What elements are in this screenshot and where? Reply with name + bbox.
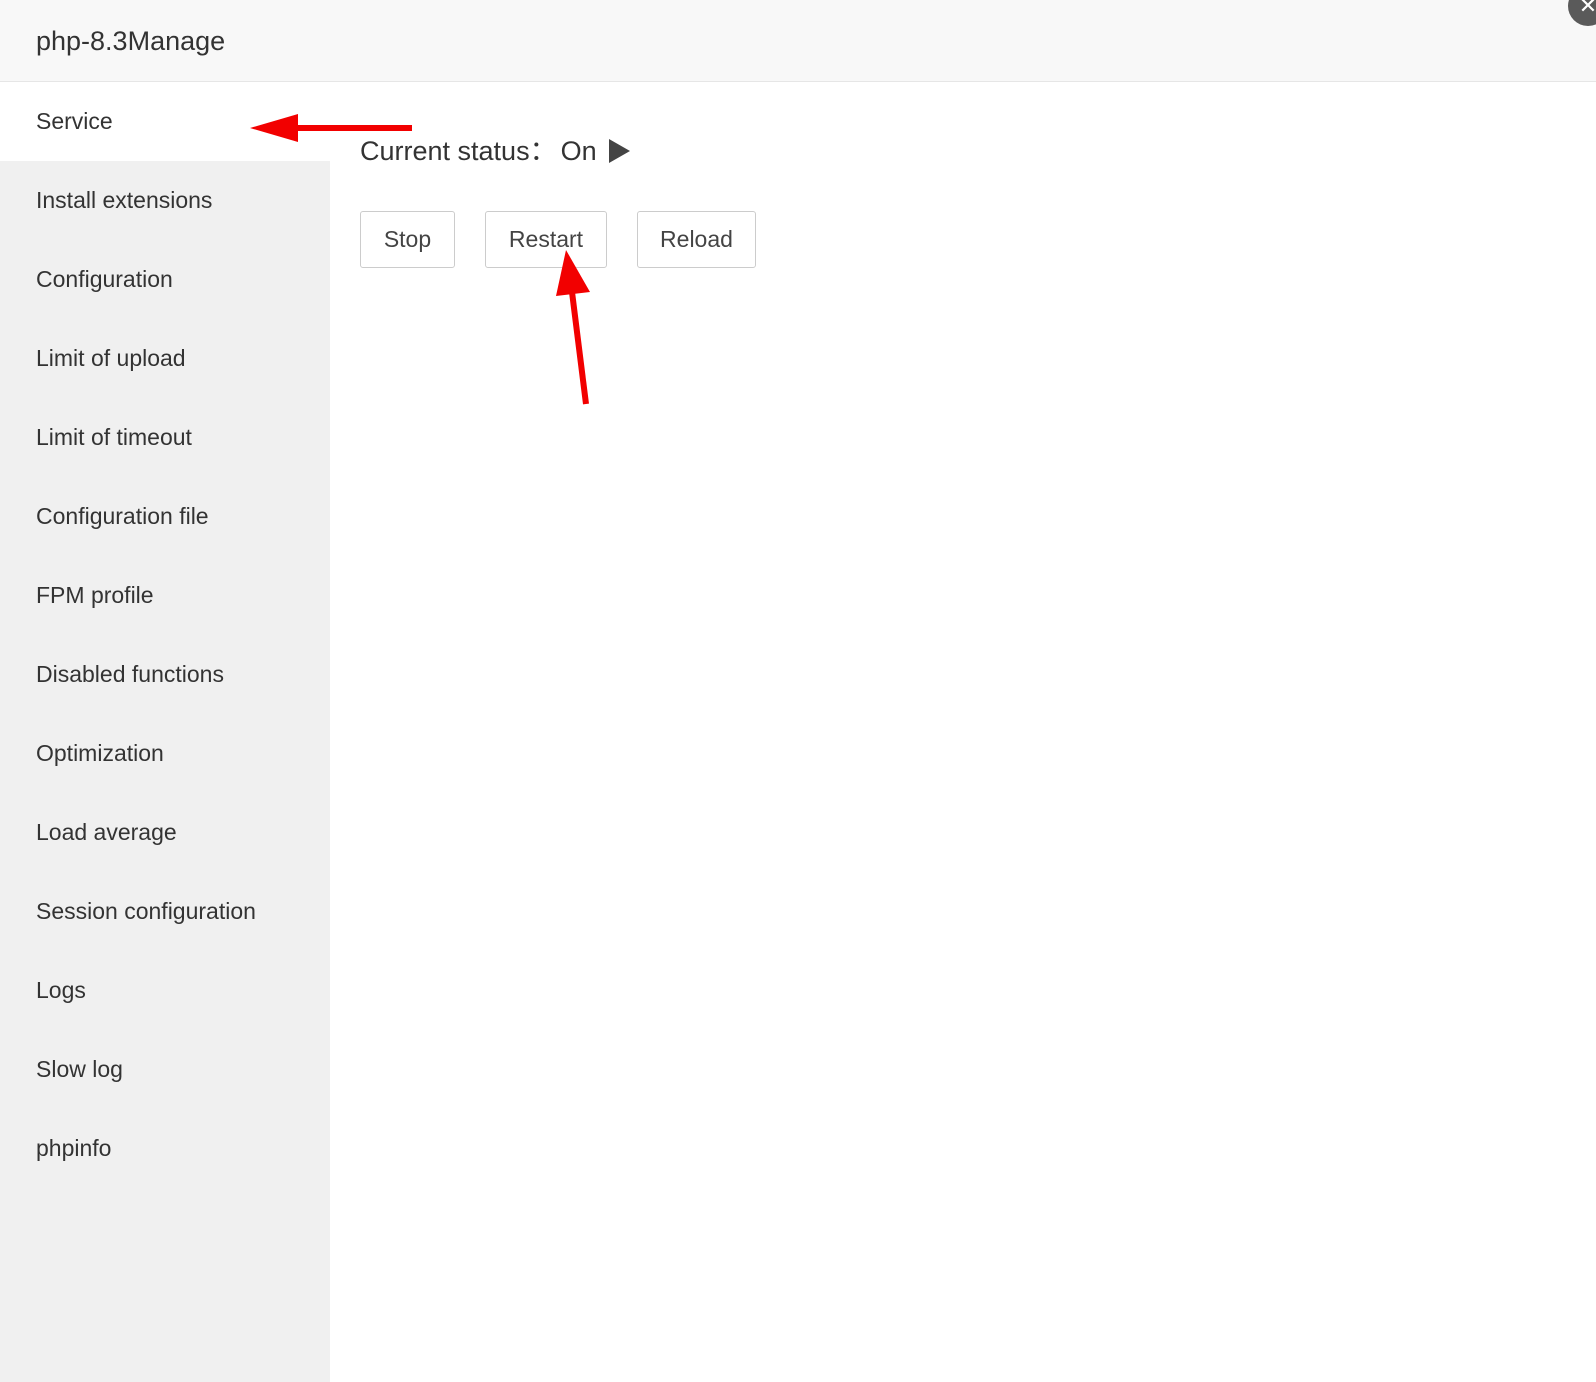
sidebar-item-limit-of-upload[interactable]: Limit of upload — [0, 319, 330, 398]
reload-button[interactable]: Reload — [637, 211, 756, 268]
sidebar-item-session-configuration[interactable]: Session configuration — [0, 872, 330, 951]
sidebar-item-optimization[interactable]: Optimization — [0, 714, 330, 793]
sidebar-item-limit-of-timeout[interactable]: Limit of timeout — [0, 398, 330, 477]
sidebar-item-load-average[interactable]: Load average — [0, 793, 330, 872]
service-panel: Current status： On Stop Restart Reload — [330, 82, 1596, 1382]
sidebar-item-phpinfo[interactable]: phpinfo — [0, 1109, 330, 1188]
status-label: Current status： — [360, 136, 557, 166]
sidebar-item-logs[interactable]: Logs — [0, 951, 330, 1030]
sidebar-item-fpm-profile[interactable]: FPM profile — [0, 556, 330, 635]
stop-button[interactable]: Stop — [360, 211, 455, 268]
sidebar-nav: Service Install extensions Configuration… — [0, 82, 330, 1382]
dialog-titlebar: php-8.3Manage — [0, 0, 1596, 82]
restart-button[interactable]: Restart — [485, 211, 607, 268]
dialog-title: php-8.3Manage — [36, 26, 226, 56]
sidebar-item-configuration[interactable]: Configuration — [0, 240, 330, 319]
sidebar-item-configuration-file[interactable]: Configuration file — [0, 477, 330, 556]
service-status: Current status： On — [360, 132, 630, 170]
status-value: On — [560, 136, 597, 166]
sidebar-item-install-extensions[interactable]: Install extensions — [0, 161, 330, 240]
sidebar-item-slow-log[interactable]: Slow log — [0, 1030, 330, 1109]
php-manage-dialog: php-8.3Manage ✕ Service Install extensio… — [0, 0, 1596, 1382]
play-icon — [608, 139, 630, 163]
sidebar-item-disabled-functions[interactable]: Disabled functions — [0, 635, 330, 714]
sidebar-menu: Service Install extensions Configuration… — [0, 82, 330, 1188]
sidebar-item-service[interactable]: Service — [0, 82, 330, 161]
